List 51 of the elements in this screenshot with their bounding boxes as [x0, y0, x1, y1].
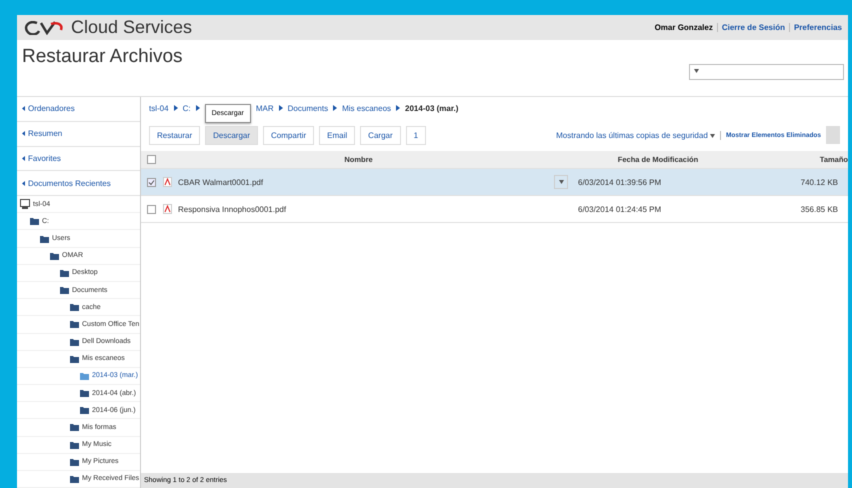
caret-icon	[710, 134, 715, 138]
chevron-icon	[174, 105, 178, 111]
chevron-icon	[196, 105, 200, 111]
header-link[interactable]: Preferencias	[794, 23, 842, 32]
pdf-icon	[163, 177, 172, 187]
toolbar-button[interactable]: Email	[319, 126, 356, 144]
chevron-icon	[396, 105, 400, 111]
brand-name: Cloud Services	[71, 17, 192, 38]
header-link[interactable]: Cierre de Sesión	[722, 23, 785, 32]
select-field[interactable]	[689, 64, 844, 80]
toolbar-button[interactable]: Cargar	[360, 126, 401, 144]
logo-icon	[23, 20, 65, 34]
chevron-left-icon	[22, 131, 25, 136]
page-title: Restaurar Archivos	[22, 46, 183, 69]
computer-icon	[20, 199, 30, 210]
toolbar-button[interactable]: Restaurar	[149, 126, 200, 144]
chevron-left-icon	[22, 106, 25, 112]
breadcrumb-link[interactable]: MAR	[256, 104, 274, 112]
toolbar-button[interactable]: 1	[406, 126, 426, 144]
chevron-left-icon	[22, 156, 25, 161]
checkbox[interactable]	[147, 155, 156, 164]
checkbox[interactable]	[147, 204, 156, 214]
chevron-icon	[278, 105, 283, 111]
nav-link[interactable]: Documentos Recientes	[17, 171, 140, 196]
table-cell-text: 6/03/2014 01:24:45 PM	[577, 204, 662, 214]
nav-link[interactable]: Favorites	[17, 146, 140, 172]
pdf-icon	[163, 204, 172, 214]
file-name: Responsiva Innophos0001.pdf	[163, 204, 554, 214]
row-menu-button[interactable]	[554, 175, 568, 189]
table-cell-text: 356.85 KB	[800, 204, 839, 214]
table-row[interactable]: CBAR Walmart0001.pdf 6/03/2014 01:39:56 PM 740.12 KB	[141, 169, 848, 196]
table-cell-text: 740.12 KB	[800, 178, 839, 186]
caret-icon	[694, 69, 699, 73]
nav-link[interactable]: Ordenadores	[17, 97, 140, 122]
breadcrumb-link[interactable]: C:	[182, 104, 191, 112]
file-name: CBAR Walmart0001.pdf	[163, 177, 554, 187]
nav-link[interactable]: Resumen	[17, 122, 140, 147]
breadcrumb-current[interactable]: 2014-03 (mar.)	[405, 104, 458, 112]
backup-filter-link[interactable]: Mostrando las últimas copias de seguridad	[556, 130, 715, 140]
table-cell-text: 6/03/2014 01:39:56 PM	[577, 178, 662, 186]
chevron-icon	[333, 105, 338, 111]
checkbox[interactable]	[147, 178, 156, 186]
toolbar-button[interactable]: Descargar	[205, 126, 258, 144]
toolbar-button[interactable]: Compartir	[263, 126, 314, 144]
breadcrumb-link[interactable]: Documents	[288, 104, 328, 112]
breadcrumb-link[interactable]: tsl-04	[149, 104, 169, 112]
caret-icon	[558, 180, 564, 184]
view-toggle-icon[interactable]	[826, 126, 840, 144]
chevron-left-icon	[22, 180, 25, 186]
breadcrumb-link[interactable]: Mis escaneos	[342, 104, 392, 112]
user-name: Omar Gonzalez	[654, 23, 713, 32]
